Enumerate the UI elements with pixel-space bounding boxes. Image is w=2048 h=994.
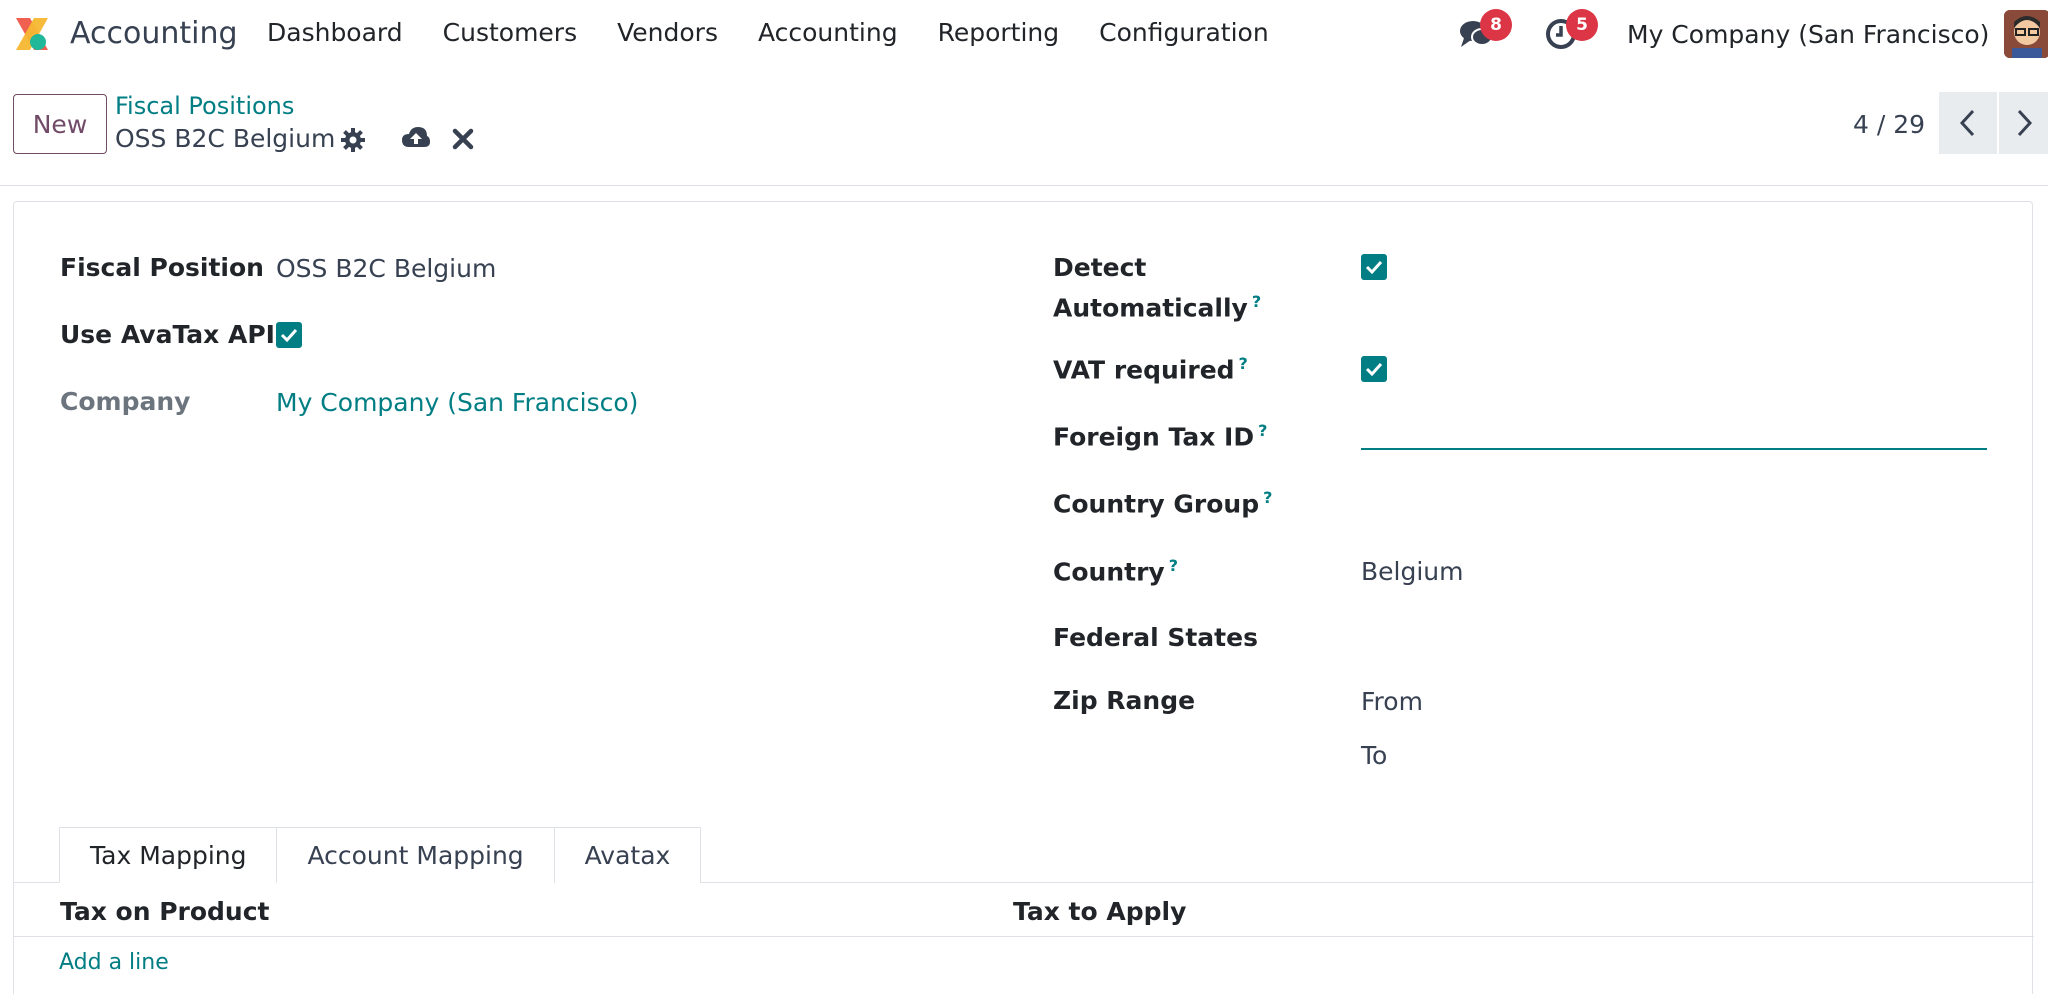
- accounting-app-icon[interactable]: [12, 14, 52, 54]
- detect-automatically-help[interactable]: ?: [1252, 292, 1261, 311]
- new-button[interactable]: New: [13, 94, 107, 154]
- vat-required-label: VAT required?: [1053, 354, 1248, 384]
- checkmark-icon: [1365, 362, 1383, 376]
- vat-required-help[interactable]: ?: [1239, 354, 1248, 373]
- detect-automatically-label-line1: Detect: [1053, 253, 1147, 282]
- chevron-right-icon: [2017, 109, 2032, 137]
- vat-required-label-text: VAT required: [1053, 355, 1235, 385]
- checkmark-icon: [1365, 260, 1383, 274]
- menu-reporting[interactable]: Reporting: [938, 18, 1060, 47]
- menu-vendors[interactable]: Vendors: [617, 18, 718, 47]
- country-group-label: Country Group?: [1053, 488, 1272, 518]
- country-group-label-text: Country Group: [1053, 489, 1260, 519]
- vat-required-checkbox[interactable]: [1361, 356, 1387, 382]
- top-menu: Dashboard Customers Vendors Accounting R…: [267, 18, 1309, 47]
- menu-dashboard[interactable]: Dashboard: [267, 18, 403, 47]
- pager-previous-button[interactable]: [1939, 92, 1997, 154]
- discard-x-icon[interactable]: [452, 128, 474, 154]
- chevron-left-icon: [1959, 109, 1975, 137]
- tab-avatax[interactable]: Avatax: [553, 827, 702, 883]
- fiscal-position-label: Fiscal Position: [60, 253, 264, 282]
- detect-automatically-checkbox[interactable]: [1361, 254, 1387, 280]
- column-tax-to-apply[interactable]: Tax to Apply: [1013, 897, 1186, 926]
- foreign-tax-id-help[interactable]: ?: [1258, 421, 1267, 440]
- messages-button[interactable]: 8: [1458, 9, 1512, 53]
- control-panel: New Fiscal Positions OSS B2C Belgium 4 /…: [0, 70, 2048, 186]
- foreign-tax-id-label: Foreign Tax ID?: [1053, 421, 1267, 451]
- detect-automatically-label-text: Automatically: [1053, 293, 1248, 323]
- tax-mapping-table-header: Tax on Product Tax to Apply: [14, 883, 2034, 937]
- company-field[interactable]: My Company (San Francisco): [276, 388, 638, 417]
- breadcrumb-current-record: OSS B2C Belgium: [115, 124, 336, 153]
- foreign-tax-id-input[interactable]: [1361, 416, 1987, 450]
- breadcrumb-fiscal-positions[interactable]: Fiscal Positions: [115, 92, 294, 120]
- form-sheet: Fiscal Position OSS B2C Belgium Use AvaT…: [13, 201, 2034, 994]
- add-line-link[interactable]: Add a line: [59, 950, 169, 975]
- country-label: Country?: [1053, 556, 1178, 586]
- main-navbar: Accounting Dashboard Customers Vendors A…: [0, 0, 2048, 70]
- pager-value[interactable]: 4 / 29: [1853, 110, 1925, 139]
- tab-tax-mapping[interactable]: Tax Mapping: [59, 827, 278, 883]
- country-help[interactable]: ?: [1169, 556, 1178, 575]
- use-avatax-checkbox[interactable]: [276, 322, 302, 348]
- country-group-help[interactable]: ?: [1263, 488, 1272, 507]
- use-avatax-label: Use AvaTax API: [60, 320, 275, 349]
- menu-accounting[interactable]: Accounting: [758, 18, 898, 47]
- fiscal-position-field[interactable]: OSS B2C Belgium: [276, 254, 496, 283]
- gear-icon[interactable]: [340, 127, 366, 157]
- save-cloud-icon[interactable]: [401, 125, 431, 155]
- foreign-tax-id-label-text: Foreign Tax ID: [1053, 422, 1255, 452]
- tab-account-mapping[interactable]: Account Mapping: [276, 827, 555, 883]
- activities-badge: 5: [1566, 9, 1598, 41]
- country-label-text: Country: [1053, 557, 1165, 587]
- pager-next-button[interactable]: [1999, 92, 2048, 154]
- menu-configuration[interactable]: Configuration: [1099, 18, 1269, 47]
- zip-range-label: Zip Range: [1053, 686, 1196, 715]
- user-avatar[interactable]: [2004, 10, 2048, 58]
- zip-from-label: From: [1361, 687, 1423, 716]
- country-field[interactable]: Belgium: [1361, 557, 1464, 586]
- notebook-tabs: Tax Mapping Account Mapping Avatax: [59, 827, 702, 883]
- activities-button[interactable]: 5: [1544, 9, 1598, 53]
- app-name[interactable]: Accounting: [70, 16, 238, 51]
- menu-customers[interactable]: Customers: [443, 18, 577, 47]
- federal-states-label: Federal States: [1053, 623, 1258, 652]
- column-tax-on-product[interactable]: Tax on Product: [60, 897, 270, 926]
- detect-automatically-label-line2: Automatically?: [1053, 292, 1261, 322]
- zip-to-label: To: [1361, 741, 1388, 770]
- country-group-field[interactable]: [1361, 488, 1987, 522]
- company-label: Company: [60, 387, 191, 416]
- checkmark-icon: [280, 328, 298, 342]
- company-switcher[interactable]: My Company (San Francisco): [1627, 20, 1989, 49]
- messages-badge: 8: [1480, 9, 1512, 41]
- federal-states-field[interactable]: [1361, 623, 1987, 657]
